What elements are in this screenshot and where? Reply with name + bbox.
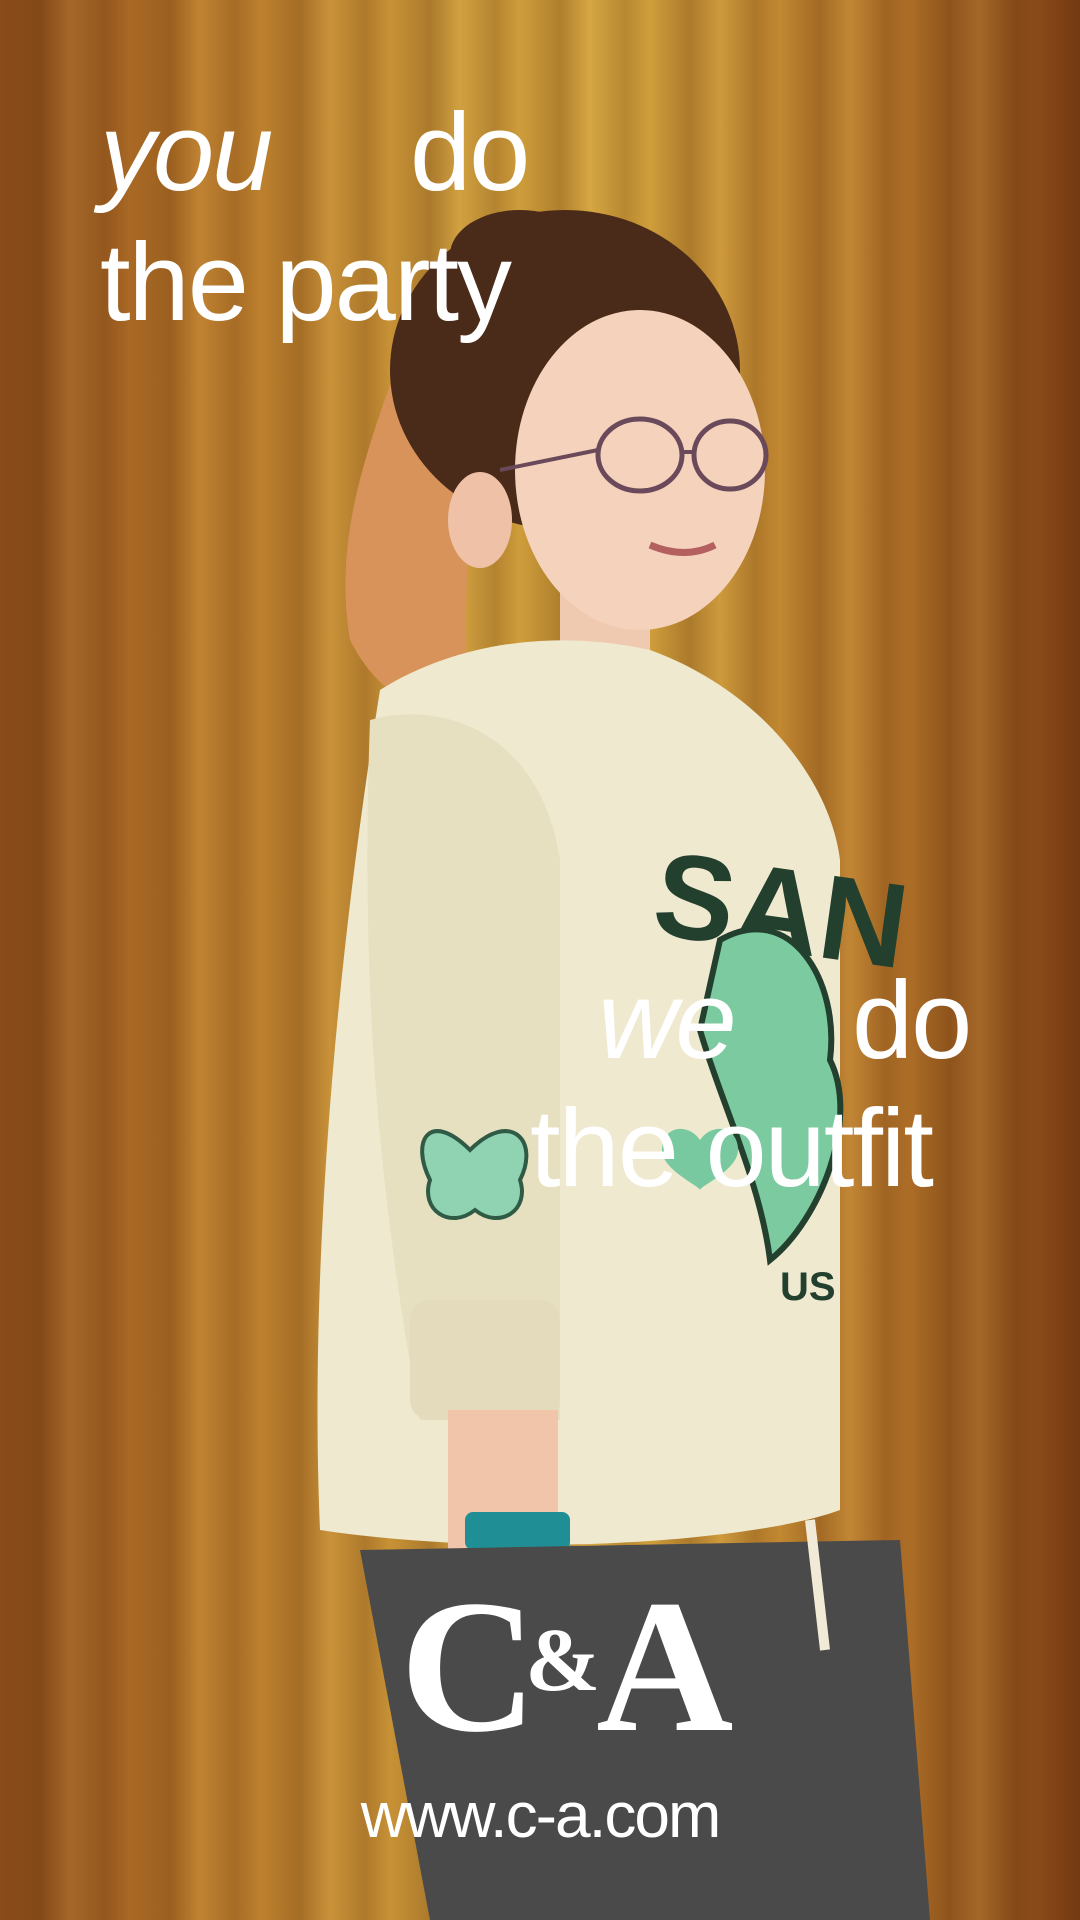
brand-logo: C&A [400,1572,733,1762]
headline-we: we [598,959,737,1082]
logo-a: A [596,1562,733,1772]
wristband [465,1512,570,1550]
sweater-print-small: US [780,1265,836,1309]
face [515,310,765,630]
headline-do-top: do [410,91,530,214]
sleeve-butterfly [420,1129,529,1221]
website-url: www.c-a.com [360,1779,722,1851]
headline-do-bottom: do [852,959,972,1082]
ear [448,472,512,568]
sleeve-cuff [410,1300,560,1420]
headline-the-outfit: the outfit [530,1087,934,1210]
headline-the-party: the party [100,221,512,344]
logo-ampersand: & [525,1611,600,1710]
headline-you: you [100,91,273,214]
logo-c: C [400,1562,537,1772]
